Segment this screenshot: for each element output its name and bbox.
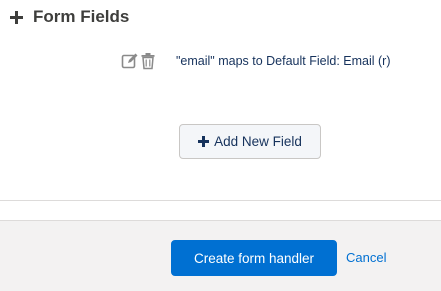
cancel-link[interactable]: Cancel [346, 250, 386, 265]
field-mapping-row: "email" maps to Default Field: Email (r) [121, 52, 391, 70]
form-handler-page: Form Fields "email" maps to Default Fiel… [0, 0, 441, 291]
trash-icon[interactable] [139, 52, 157, 70]
edit-icon[interactable] [121, 52, 139, 70]
plus-icon [10, 10, 23, 24]
add-new-field-button[interactable]: Add New Field [179, 124, 321, 159]
plus-icon [198, 136, 210, 147]
create-form-handler-button[interactable]: Create form handler [171, 240, 337, 276]
form-fields-header[interactable]: Form Fields [10, 7, 129, 27]
footer-bar: Create form handler Cancel [0, 220, 441, 291]
section-title: Form Fields [33, 7, 130, 26]
form-fields-section: Form Fields "email" maps to Default Fiel… [0, 0, 441, 200]
field-mapping-text: "email" maps to Default Field: Email (r) [176, 54, 391, 68]
add-new-field-label: Add New Field [214, 134, 302, 149]
section-divider [0, 200, 441, 201]
